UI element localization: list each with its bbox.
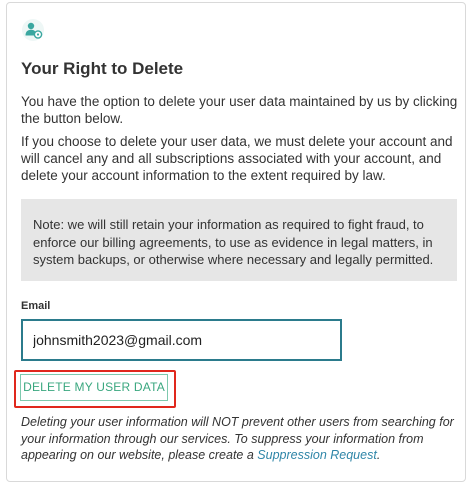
footer-note: Deleting your user information will NOT …: [21, 414, 461, 464]
user-settings-icon: [21, 18, 45, 42]
page-title: Your Right to Delete: [21, 59, 184, 78]
footer-text: Deleting your user information will NOT …: [21, 415, 454, 462]
suppression-request-link[interactable]: Suppression Request: [257, 448, 377, 462]
retention-note-text: Note: we will still retain your informat…: [33, 217, 434, 267]
delete-user-data-button[interactable]: DELETE MY USER DATA: [20, 374, 168, 401]
retention-note: Note: we will still retain your informat…: [21, 199, 457, 281]
details-text: If you choose to delete your user data, …: [21, 134, 453, 183]
footer-period: .: [376, 448, 381, 462]
email-label: Email: [21, 300, 51, 312]
intro-text: You have the option to delete your user …: [21, 94, 458, 126]
email-field[interactable]: [21, 319, 342, 361]
delete-data-card: Your Right to Delete You have the option…: [6, 2, 466, 482]
